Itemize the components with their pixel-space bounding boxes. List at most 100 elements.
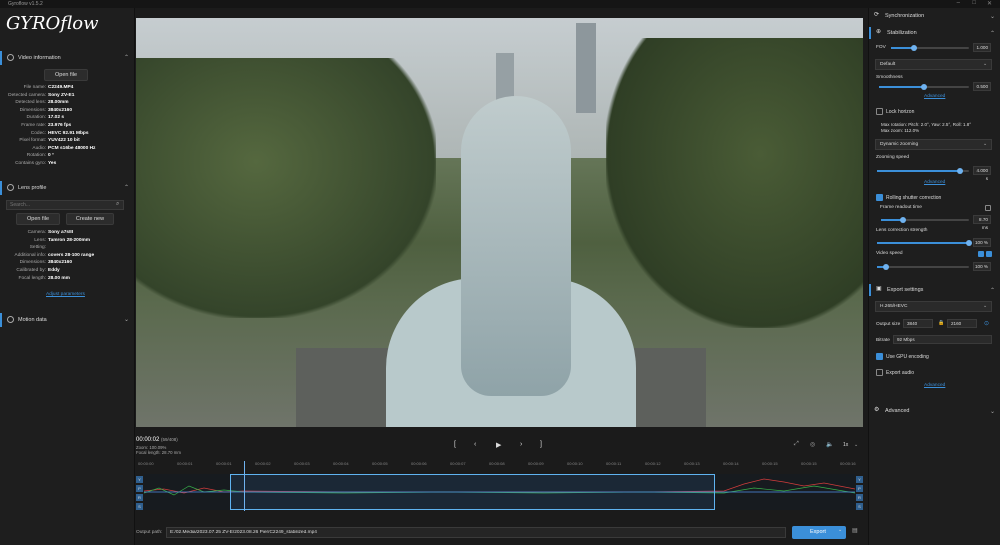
lens-open-file-button[interactable]: Open file (16, 213, 60, 225)
output-width-input[interactable]: 3840 (903, 319, 933, 328)
timeline-axis-toggle[interactable]: Y (136, 476, 143, 483)
reset-size-icon[interactable]: ⊙ (984, 320, 989, 327)
chevron-up-icon: ⌃ (123, 185, 129, 191)
adjust-parameters-link[interactable]: Adjust parameters (46, 292, 85, 297)
info-icon (7, 54, 14, 61)
lock-horizon-checkbox[interactable] (876, 108, 883, 115)
next-frame-button[interactable]: › (520, 441, 522, 448)
export-settings-header[interactable]: ▣ Export settings ⌃ (869, 284, 1000, 296)
maximize-button[interactable]: □ (972, 0, 976, 6)
gpu-encoding-checkbox[interactable] (876, 353, 883, 360)
video-info-value: 17.02 s (48, 115, 65, 121)
video-info-row: Audio: PCM s16be 48000 Hz (0, 146, 135, 153)
stabilization-header[interactable]: ⊕ Stabilization ⌃ (869, 27, 1000, 39)
video-info-row: Duration: 17.02 s (0, 115, 135, 122)
video-info-title: Video information (18, 55, 61, 61)
create-new-button[interactable]: Create new (66, 213, 114, 225)
bitrate-input[interactable]: 92 Mbps (893, 335, 992, 344)
lens-info-value: 3840x2160 (48, 260, 73, 266)
current-time: 00:00:02 (59/408) (136, 437, 178, 443)
smoothing-algorithm-dropdown[interactable]: Default ⌄ (875, 59, 992, 70)
output-path-input[interactable] (166, 527, 786, 538)
search-icon: ⌕ (116, 201, 120, 207)
frame-readout-slider[interactable] (881, 217, 969, 223)
lens-strength-label: Lens correction strength (876, 228, 928, 233)
lens-info-key: Dimensions: (19, 260, 46, 266)
fov-value[interactable]: 1.000 (973, 43, 991, 52)
video-info-key: File name: (23, 85, 46, 90)
lens-info-key: Camera: (27, 230, 46, 235)
timeline-axis-toggle[interactable]: Y (856, 476, 863, 483)
export-icon: ▣ (876, 286, 882, 292)
video-open-file-button[interactable]: Open file (44, 69, 88, 81)
video-info-header[interactable]: Video information ⌃ (0, 51, 135, 65)
stabilization-advanced-link[interactable]: Advanced (924, 94, 945, 99)
lock-icon[interactable]: 🔒 (938, 320, 944, 326)
motion-data-header[interactable]: Motion data ⌄ (0, 313, 135, 327)
lens-strength-slider[interactable] (877, 240, 972, 246)
chevron-up-icon: ⌃ (123, 55, 129, 61)
chevron-down-icon: ⌄ (989, 14, 995, 20)
title-bar: Gyroflow v1.5.2 – □ ✕ (0, 0, 1000, 8)
timeline-tick: 00:00:06 (411, 461, 427, 466)
rolling-shutter-label: Rolling shutter correction (886, 195, 942, 201)
export-audio-checkbox[interactable] (876, 369, 883, 376)
playhead[interactable] (244, 461, 250, 511)
timeline-axis-toggle[interactable]: S (136, 503, 143, 510)
timeline-tick: 00:00:08 (489, 461, 505, 466)
smoothness-value[interactable]: 0.500 (973, 82, 991, 91)
output-path-label: Output path: (136, 530, 163, 535)
lens-info-value: Sony a7sIII (48, 230, 74, 235)
advanced-header[interactable]: ⚙ Advanced ⌄ (869, 405, 1000, 417)
video-speed-slider[interactable] (877, 264, 969, 270)
play-button[interactable]: ▶ (496, 441, 501, 449)
go-end-button[interactable]: ] (540, 441, 542, 448)
timeline-axis-toggle[interactable]: R (856, 494, 863, 501)
chevron-down-icon[interactable]: ⌄ (854, 442, 858, 448)
lens-info-value: 28.00 mm (48, 275, 70, 281)
sync-header[interactable]: ⟳ Synchronization ⌄ (869, 10, 1000, 22)
lens-info-key: Setting: (29, 245, 46, 251)
close-button[interactable]: ✕ (987, 0, 992, 7)
rolling-shutter-checkbox[interactable] (876, 194, 883, 201)
lens-strength-value[interactable]: 100 % (973, 238, 991, 247)
prev-frame-button[interactable]: ‹ (474, 441, 476, 448)
timeline-axis-toggle[interactable]: P (856, 485, 863, 492)
timeline-axis-toggle[interactable]: R (136, 494, 143, 501)
volume-icon[interactable]: 🔈 (826, 441, 833, 448)
trim-range[interactable] (230, 474, 715, 510)
video-speed-checkbox-2[interactable] (986, 251, 992, 257)
zooming-method-dropdown[interactable]: Dynamic zooming ⌄ (875, 139, 992, 150)
video-info-key: Contains gyro: (15, 161, 46, 166)
fov-slider[interactable] (891, 45, 969, 51)
lens-search-input[interactable] (6, 200, 124, 210)
export-advanced-link[interactable]: Advanced (924, 383, 945, 388)
playback-speed[interactable]: 1x (843, 442, 848, 448)
stabilize-toggle-icon[interactable]: ◎ (810, 441, 815, 448)
video-info-key: Frame rate: (21, 123, 46, 128)
zooming-speed-slider[interactable] (877, 168, 969, 174)
timeline-axis-toggle[interactable]: P (136, 485, 143, 492)
codec-dropdown[interactable]: H.265/HEVC ⌄ (875, 301, 992, 312)
frame-readout-checkbox[interactable] (985, 205, 991, 211)
right-panel: ⟳ Synchronization ⌄ ⊕ Stabilization ⌃ FO… (868, 8, 1000, 545)
frame-readout-value[interactable]: 8.70 ms (973, 215, 991, 230)
lens-profile-header[interactable]: Lens profile ⌃ (0, 181, 135, 195)
output-height-input[interactable]: 2160 (947, 319, 977, 328)
video-speed-checkbox-1[interactable] (978, 251, 984, 257)
go-start-button[interactable]: [ (454, 441, 456, 448)
timeline-tick: 00:00:01 (216, 461, 232, 466)
timeline-track[interactable] (144, 474, 855, 510)
zooming-speed-value[interactable]: 4.000 s (973, 166, 991, 181)
minimize-button[interactable]: – (957, 0, 960, 6)
video-speed-value[interactable]: 100 % (973, 262, 991, 271)
video-info-value: 0 ° (48, 153, 54, 159)
zooming-advanced-link[interactable]: Advanced (924, 180, 945, 185)
render-queue-icon[interactable]: ▤ (852, 527, 858, 534)
timeline-axis-toggle[interactable]: S (856, 503, 863, 510)
fit-icon[interactable]: ⤢ (794, 441, 799, 448)
smoothness-slider[interactable] (879, 84, 969, 90)
chevron-down-icon[interactable]: ⌄ (838, 527, 842, 533)
video-preview[interactable] (136, 18, 863, 427)
lens-info-key: Calibrated by: (16, 268, 46, 273)
